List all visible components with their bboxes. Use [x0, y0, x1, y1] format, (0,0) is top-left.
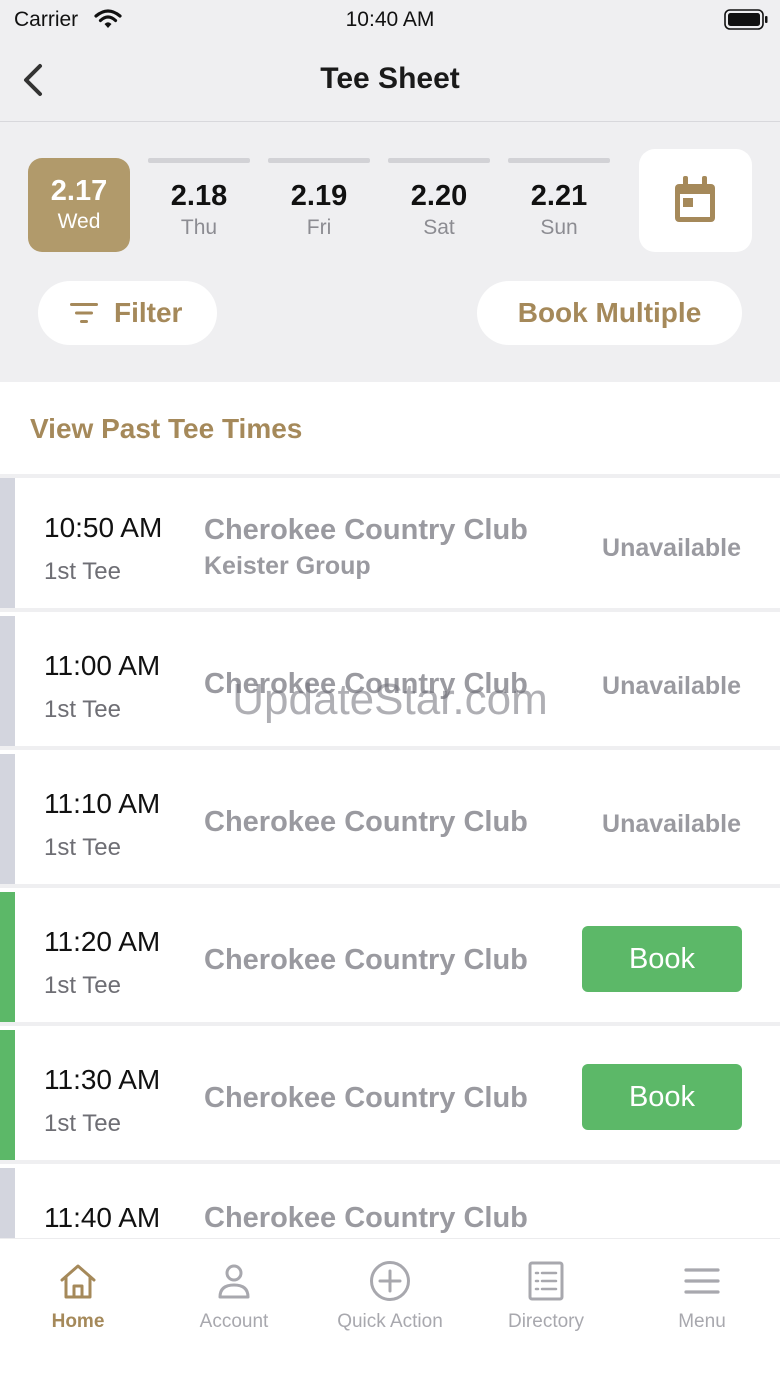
date-number: 2.19	[290, 180, 348, 212]
date-tab-indicator	[508, 158, 610, 163]
tab-label: Quick Action	[337, 1311, 443, 1332]
directory-icon	[528, 1261, 564, 1301]
tee-number: 1st Tee	[44, 696, 121, 723]
date-tab[interactable]: 2.21 Sun	[508, 158, 610, 252]
book-multiple-button[interactable]: Book Multiple	[477, 281, 742, 345]
tab-label: Home	[51, 1311, 105, 1332]
date-weekday: Wed	[57, 210, 101, 233]
status-strip	[0, 754, 15, 884]
tee-time-row[interactable]: 10:50 AM 1st Tee Cherokee Country Club K…	[0, 478, 780, 612]
tab-directory[interactable]: Directory	[468, 1261, 624, 1333]
status-strip	[0, 1030, 15, 1160]
date-tab[interactable]: 2.18 Thu	[148, 158, 250, 252]
date-weekday: Sat	[423, 216, 455, 239]
tee-time: 11:10 AM	[44, 788, 161, 819]
menu-icon	[684, 1268, 720, 1294]
unavailable-status: Unavailable	[602, 672, 741, 700]
club-name: Cherokee Country Club	[204, 944, 528, 976]
club-name: Cherokee Country Club	[204, 668, 528, 700]
book-multiple-label: Book Multiple	[517, 297, 702, 328]
date-weekday: Fri	[306, 216, 332, 239]
tee-time-list[interactable]: 10:50 AM 1st Tee Cherokee Country Club K…	[0, 478, 780, 1238]
book-button[interactable]: Book	[582, 926, 742, 992]
tee-number: 1st Tee	[44, 558, 121, 585]
tab-bar: Home Account Quick Action Directory Menu	[0, 1238, 780, 1387]
status-time: 10:40 AM	[345, 8, 435, 31]
tee-time-row[interactable]: 11:30 AM 1st Tee Cherokee Country Club B…	[0, 1030, 780, 1164]
date-number: 2.20	[410, 180, 468, 212]
tee-time: 11:00 AM	[44, 650, 161, 681]
tee-time-row[interactable]: 11:20 AM 1st Tee Cherokee Country Club B…	[0, 892, 780, 1026]
filter-button[interactable]: Filter	[38, 281, 217, 345]
status-strip	[0, 478, 15, 608]
club-name: Cherokee Country Club	[204, 1082, 528, 1114]
club-name: Cherokee Country Club	[204, 806, 528, 838]
date-selector-area: 2.17 Wed 2.18 Thu 2.19 Fri 2.20 Sat 2.21…	[0, 122, 780, 382]
tee-time-row[interactable]: 11:00 AM 1st Tee Cherokee Country Club U…	[0, 616, 780, 750]
tab-home[interactable]: Home	[0, 1261, 156, 1333]
page-title: Tee Sheet	[320, 62, 460, 95]
filter-label: Filter	[114, 297, 183, 328]
group-name: Keister Group	[204, 552, 371, 580]
date-number: 2.17	[50, 175, 108, 207]
tee-time-row[interactable]: 11:10 AM 1st Tee Cherokee Country Club U…	[0, 754, 780, 888]
status-strip	[0, 1168, 15, 1238]
status-strip	[0, 616, 15, 746]
tab-quick-action[interactable]: Quick Action	[312, 1261, 468, 1333]
unavailable-status: Unavailable	[602, 810, 741, 838]
tee-number: 1st Tee	[44, 834, 121, 861]
tee-time: 11:30 AM	[44, 1064, 161, 1095]
calendar-button[interactable]	[639, 149, 752, 252]
view-past-tee-times-link[interactable]: View Past Tee Times	[0, 382, 780, 478]
tee-time-row[interactable]: 11:40 AM Cherokee Country Club	[0, 1168, 780, 1238]
club-name: Cherokee Country Club	[204, 514, 528, 546]
date-tab-indicator	[148, 158, 250, 163]
date-number: 2.18	[170, 180, 228, 212]
date-tab-indicator	[268, 158, 370, 163]
user-icon	[218, 1264, 250, 1299]
home-icon	[60, 1264, 96, 1299]
tee-time: 11:20 AM	[44, 926, 161, 957]
view-past-tee-times-label: View Past Tee Times	[30, 413, 303, 444]
tab-account[interactable]: Account	[156, 1261, 312, 1333]
date-weekday: Thu	[180, 216, 218, 239]
battery-icon	[724, 9, 768, 30]
date-tab-indicator	[388, 158, 490, 163]
tab-label: Menu	[678, 1311, 726, 1332]
club-name: Cherokee Country Club	[204, 1202, 528, 1234]
date-weekday: Sun	[540, 216, 578, 239]
book-button[interactable]: Book	[582, 1064, 742, 1130]
tee-time: 11:40 AM	[44, 1202, 161, 1233]
tab-menu[interactable]: Menu	[624, 1261, 780, 1333]
tab-label: Directory	[507, 1311, 584, 1332]
date-tab[interactable]: 2.20 Sat	[388, 158, 490, 252]
date-tab[interactable]: 2.19 Fri	[268, 158, 370, 252]
tee-time: 10:50 AM	[44, 512, 163, 543]
status-bar: Carrier 10:40 AM	[0, 0, 780, 40]
tab-label: Account	[199, 1311, 269, 1332]
tee-number: 1st Tee	[44, 1110, 121, 1137]
plus-circle-icon	[370, 1261, 410, 1301]
filter-icon	[70, 303, 98, 323]
unavailable-status: Unavailable	[602, 534, 741, 562]
tee-number: 1st Tee	[44, 972, 121, 999]
calendar-icon	[675, 176, 715, 222]
date-tab-selected[interactable]: 2.17 Wed	[28, 158, 130, 252]
date-number: 2.21	[530, 180, 588, 212]
nav-bar: Tee Sheet	[0, 40, 780, 122]
status-strip	[0, 892, 15, 1022]
